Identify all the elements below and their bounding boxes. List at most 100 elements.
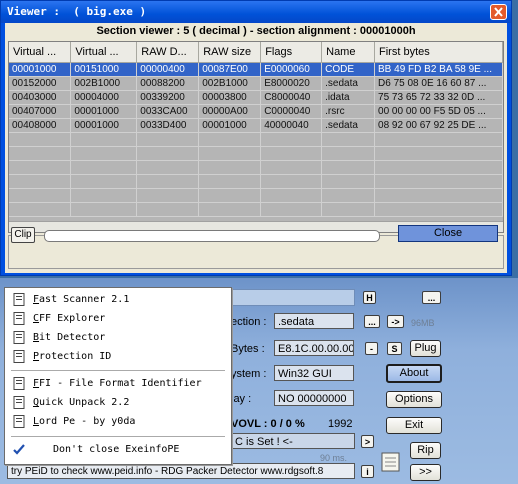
menu-item-dont-close[interactable]: Don't close ExeinfoPE [11,441,225,459]
minus-button[interactable]: - [365,342,378,355]
table-cell: 0033D400 [136,118,200,133]
timing-text: 90 ms. [320,453,348,463]
empty-cell [374,160,503,175]
menu-item-quick-unpack[interactable]: Quick Unpack 2.2 [11,394,225,412]
protection-icon [13,350,25,363]
plug-button[interactable]: Plug [410,340,441,357]
table-cell: 08 92 00 67 92 25 DE ... [374,118,503,133]
sections-table[interactable]: Virtual ... Virtual ... RAW D... RAW size Fl… [8,41,504,233]
plugins-menu: Fast Scanner 2.1 CFF Explorer Bit Detect… [4,287,232,465]
column-header[interactable]: Name [321,42,376,63]
next-button[interactable]: >> [410,464,441,481]
system-field[interactable]: Win32 GUI [274,365,354,381]
s-button[interactable]: S [387,342,402,355]
table-cell: E0000060 [260,62,323,77]
section-arrow-button[interactable]: -> [387,315,404,328]
menu-item-fast-scanner[interactable]: Fast Scanner 2.1 [11,291,225,309]
filename-bar[interactable] [211,289,355,306]
empty-cell [9,160,72,175]
empty-cell [321,174,376,189]
menu-item-protection-id[interactable]: Protection ID [11,348,225,366]
empty-cell [374,188,503,203]
scanner-icon [13,293,25,306]
empty-cell [70,132,138,147]
column-header[interactable]: RAW D... [136,42,200,63]
empty-cell [374,202,503,217]
table-cell: C8000040 [260,90,323,105]
info-field[interactable]: C is Set ! <- [231,433,355,449]
table-cell: 002B1000 [198,76,262,91]
table-cell: 00001000 [9,62,72,77]
empty-cell [260,174,323,189]
menu-item-bit-detector[interactable]: Bit Detector [11,329,225,347]
overlay-label: lay : [231,393,252,405]
size-text: 96MB [411,318,435,328]
menu-item-lord-pe[interactable]: Lord Pe - by y0da [11,413,225,431]
empty-cell [136,160,200,175]
table-cell: 00408000 [9,118,72,133]
menu-item-cff-explorer[interactable]: CFF Explorer [11,310,225,328]
empty-cell [70,160,138,175]
menu-item-ffi[interactable]: FFI - File Format Identifier [11,375,225,393]
h-button[interactable]: H [363,291,376,304]
browse-button[interactable]: ... [422,291,441,304]
empty-row [9,174,503,189]
table-cell: 00001000 [70,118,138,133]
empty-cell [136,174,200,189]
column-header[interactable]: Virtual ... [70,42,138,63]
bytes-field[interactable]: E8.1C.00.00.00 [274,340,354,356]
empty-row [9,132,503,147]
column-header[interactable]: First bytes [374,42,503,63]
table-cell: 00 00 00 00 F5 5D 05 ... [374,104,503,119]
window-title: Viewer : ( big.exe ) [7,5,147,18]
table-cell: 00001000 [70,104,138,119]
ovl-text: VOVL : 0 / 0 % [231,418,305,430]
title-bar[interactable]: Viewer : ( big.exe ) [1,1,511,23]
table-row[interactable]: 00001000 00151000 00000400 00087E00 E0000060… [9,62,503,77]
exit-button[interactable]: Exit [386,417,442,434]
table-cell: 00004000 [70,90,138,105]
column-header[interactable]: RAW size [198,42,262,63]
table-row[interactable]: 00403000 00004000 00339200 00003800 C8000040… [9,90,503,105]
empty-cell [9,202,72,217]
overlay-field[interactable]: NO 00000000 [274,390,354,406]
empty-row [9,146,503,161]
table-cell: 0033CA00 [136,104,200,119]
table-cell: .sedata [321,76,376,91]
status-bar: try PEiD to check www.peid.info - RDG Pa… [7,463,355,479]
options-button[interactable]: Options [386,391,442,408]
empty-row [9,202,503,217]
table-cell: 00403000 [9,90,72,105]
rip-button[interactable]: Rip [410,442,441,459]
about-button[interactable]: About [386,364,442,383]
section-label: ection : [231,316,267,328]
clip-button[interactable]: Clip [11,227,35,243]
close-button[interactable]: Close [398,225,498,242]
table-cell: 00001000 [198,118,262,133]
info-button[interactable]: i [361,465,374,478]
table-row[interactable]: 00152000 002B1000 00088200 002B1000 E8000020… [9,76,503,91]
empty-cell [70,188,138,203]
table-row[interactable]: 00408000 00001000 0033D400 00001000 40000040… [9,118,503,133]
table-row[interactable]: 00407000 00001000 0033CA00 00000A00 C0000040… [9,104,503,119]
info-arrow-button[interactable]: > [361,435,374,448]
section-browse-button[interactable]: ... [364,315,380,328]
column-header[interactable]: Flags [260,42,323,63]
empty-cell [198,174,262,189]
section-field[interactable]: .sedata [274,313,354,329]
empty-cell [260,160,323,175]
empty-row [9,160,503,175]
detector-icon [13,331,25,344]
empty-cell [374,146,503,161]
unpack-icon [13,396,25,409]
menu-separator [11,370,225,372]
system-label: ystem : [231,368,267,380]
empty-cell [321,202,376,217]
empty-cell [321,132,376,147]
table-cell: CODE [321,62,376,77]
bookmark-icon[interactable] [378,450,404,474]
column-header[interactable]: Virtual ... [9,42,72,63]
empty-cell [136,132,200,147]
close-window-button[interactable] [490,4,507,20]
empty-cell [9,174,72,189]
